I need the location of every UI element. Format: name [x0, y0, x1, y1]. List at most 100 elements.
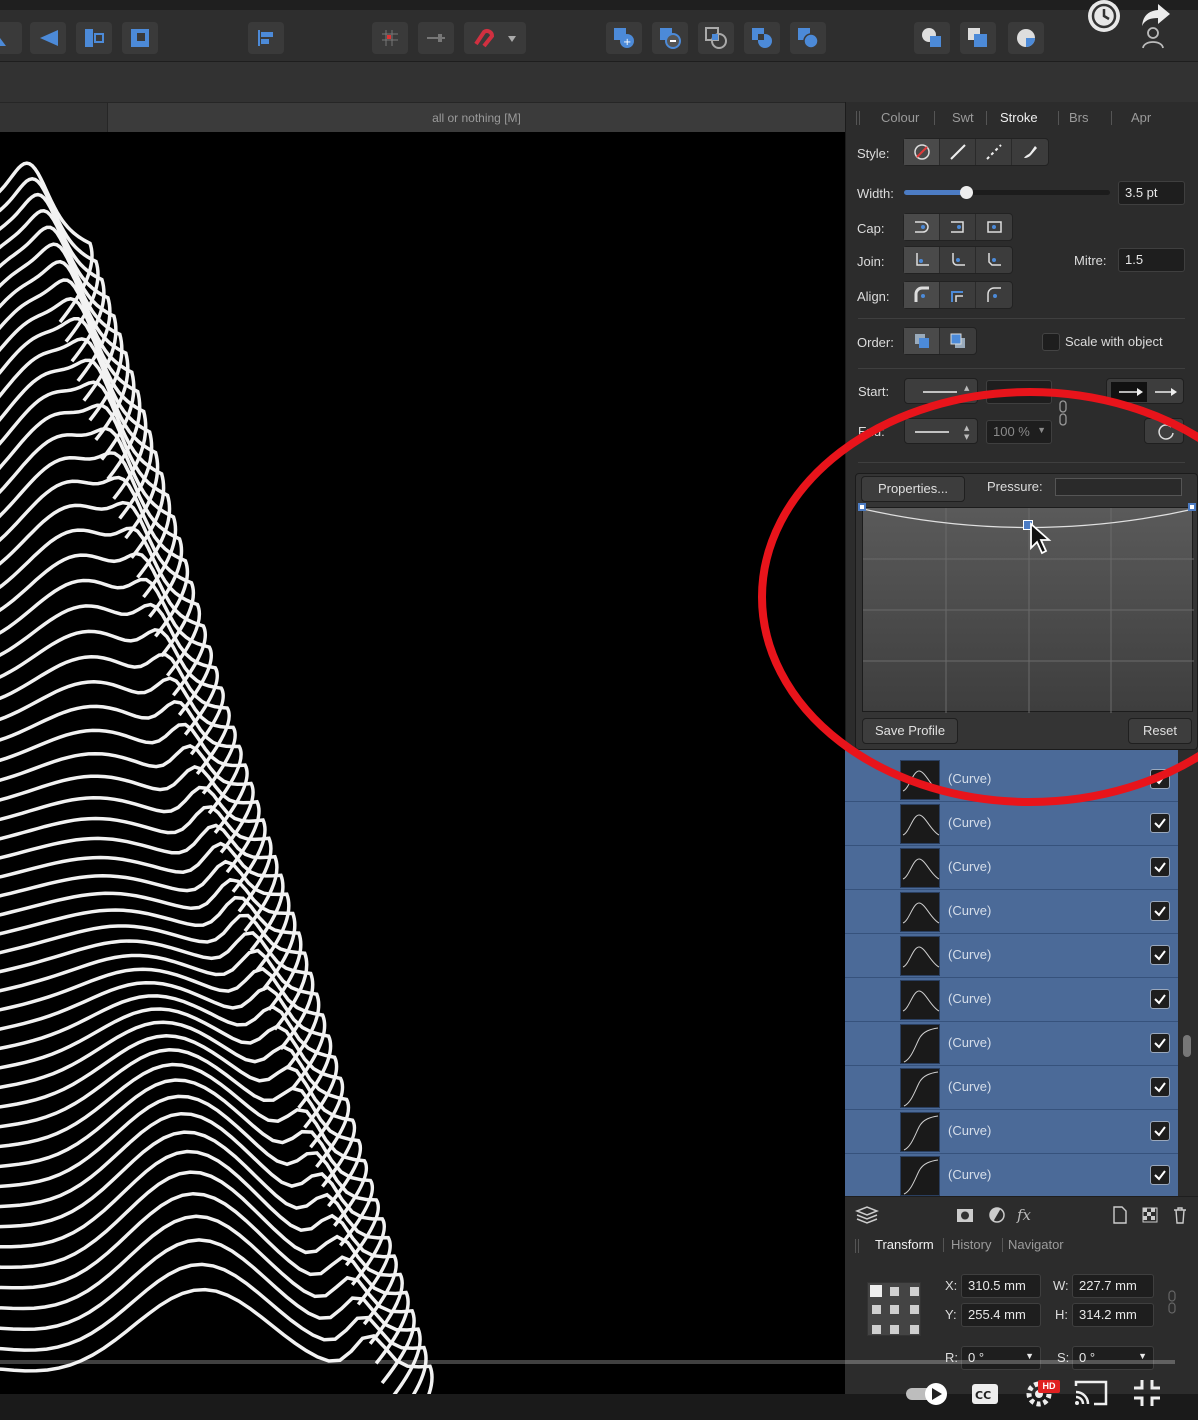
- arrowhead-position-toggle[interactable]: [1106, 378, 1184, 404]
- document-tab[interactable]: all or nothing [M]: [0, 102, 845, 133]
- account-icon[interactable]: [1140, 24, 1166, 55]
- trash-icon[interactable]: [1171, 1205, 1189, 1225]
- document-tab-previous[interactable]: [0, 103, 108, 133]
- anchor-center[interactable]: [890, 1305, 899, 1314]
- video-progress-bar[interactable]: [0, 1360, 1175, 1364]
- y-field[interactable]: 255.4 mm: [961, 1303, 1041, 1327]
- end-arrowhead-dropdown[interactable]: ▲ ▼: [904, 418, 978, 444]
- anchor-bottom-center[interactable]: [890, 1325, 899, 1334]
- anchor-bottom-right[interactable]: [910, 1325, 919, 1334]
- align-button[interactable]: [248, 22, 284, 54]
- layer-visibility-checkbox[interactable]: [1150, 1033, 1170, 1053]
- width-slider-thumb[interactable]: [959, 186, 973, 199]
- align-center-button[interactable]: [904, 282, 940, 308]
- curve-end-node[interactable]: [1188, 503, 1196, 511]
- tab-navigator[interactable]: Navigator: [1008, 1237, 1064, 1252]
- tab-swatches[interactable]: Swt: [952, 110, 974, 125]
- link-chain-icon[interactable]: [1058, 400, 1068, 428]
- cap-square-button[interactable]: [976, 214, 1012, 240]
- tab-appearance[interactable]: Apr: [1131, 110, 1151, 125]
- start-arrowhead-dropdown[interactable]: ▲ ▼: [904, 378, 978, 404]
- boolean-divide-button[interactable]: [790, 22, 826, 54]
- exit-fullscreen-icon[interactable]: [1132, 1378, 1162, 1408]
- mask-icon[interactable]: [955, 1205, 975, 1225]
- order-behind-button[interactable]: [904, 328, 940, 354]
- insert-behind-button[interactable]: [914, 22, 950, 54]
- flip-horizontal-button[interactable]: [0, 22, 22, 54]
- scale-with-object-checkbox[interactable]: [1042, 333, 1060, 351]
- x-field[interactable]: 310.5 mm: [961, 1274, 1041, 1298]
- layer-row[interactable]: (Curve): [845, 1066, 1178, 1110]
- align-inside-button[interactable]: [940, 282, 976, 308]
- layer-visibility-checkbox[interactable]: [1150, 1077, 1170, 1097]
- boolean-xor-button[interactable]: [744, 22, 780, 54]
- anchor-top-left[interactable]: [870, 1285, 882, 1297]
- tab-colour[interactable]: Colour: [881, 110, 919, 125]
- insert-top-button[interactable]: [960, 22, 996, 54]
- captions-icon[interactable]: CC: [970, 1382, 1000, 1406]
- w-field[interactable]: 227.7 mm: [1072, 1274, 1154, 1298]
- anchor-middle-left[interactable]: [872, 1305, 881, 1314]
- flip-vertical-button[interactable]: [30, 22, 66, 54]
- mitre-field[interactable]: 1.5: [1118, 248, 1185, 272]
- insert-inside-button[interactable]: [1008, 22, 1044, 54]
- layer-visibility-checkbox[interactable]: [1150, 1165, 1170, 1185]
- snap-grid-button[interactable]: [372, 22, 408, 54]
- layer-row[interactable]: (Curve): [845, 978, 1178, 1022]
- layer-visibility-checkbox[interactable]: [1150, 1121, 1170, 1141]
- panel-grip[interactable]: [856, 111, 860, 125]
- shear-field[interactable]: 0 ° ▼: [1072, 1346, 1154, 1370]
- pressure-curve-graph[interactable]: [862, 507, 1194, 713]
- layer-visibility-checkbox[interactable]: [1150, 945, 1170, 965]
- lock-aspect-chain-icon[interactable]: [1167, 1290, 1177, 1314]
- panel-grip[interactable]: [855, 1239, 859, 1253]
- join-miter-button[interactable]: [904, 247, 940, 273]
- anchor-point-selector[interactable]: [867, 1282, 921, 1336]
- join-bevel-button[interactable]: [976, 247, 1012, 273]
- style-solid-button[interactable]: [940, 139, 976, 165]
- snap-guides-button[interactable]: [418, 22, 454, 54]
- style-none-button[interactable]: [904, 139, 940, 165]
- layer-row[interactable]: (Curve): [845, 1022, 1178, 1066]
- cap-butt-button[interactable]: [904, 214, 940, 240]
- autoplay-toggle[interactable]: [904, 1380, 952, 1408]
- boolean-add-button[interactable]: +: [606, 22, 642, 54]
- order-front-button[interactable]: [940, 328, 976, 354]
- layer-row[interactable]: (Curve): [845, 1110, 1178, 1154]
- layer-row[interactable]: (Curve): [845, 890, 1178, 934]
- add-pixel-layer-icon[interactable]: [1111, 1205, 1129, 1225]
- join-round-button[interactable]: [940, 247, 976, 273]
- rotate-left-button[interactable]: [76, 22, 112, 54]
- add-group-icon[interactable]: [1141, 1205, 1159, 1225]
- cast-icon[interactable]: [1074, 1378, 1110, 1406]
- swap-arrowheads-button[interactable]: [1144, 418, 1184, 444]
- properties-button[interactable]: Properties...: [861, 476, 965, 502]
- rotate-right-button[interactable]: [122, 22, 158, 54]
- save-profile-button[interactable]: Save Profile: [862, 718, 958, 744]
- tab-brushes[interactable]: Brs: [1069, 110, 1089, 125]
- curve-start-node[interactable]: [858, 503, 866, 511]
- effects-fx-icon[interactable]: fx: [1015, 1205, 1039, 1225]
- anchor-top-right[interactable]: [910, 1287, 919, 1296]
- adjustment-icon[interactable]: [987, 1205, 1007, 1225]
- layer-visibility-checkbox[interactable]: [1150, 769, 1170, 789]
- layer-visibility-checkbox[interactable]: [1150, 813, 1170, 833]
- anchor-middle-right[interactable]: [910, 1305, 919, 1314]
- end-scale-field[interactable]: 100 % ▼: [986, 420, 1052, 444]
- anchor-top-center[interactable]: [890, 1287, 899, 1296]
- layer-visibility-checkbox[interactable]: [1150, 989, 1170, 1009]
- layer-row[interactable]: (Curve): [845, 758, 1178, 802]
- width-field[interactable]: 3.5 pt: [1118, 181, 1185, 205]
- reset-button[interactable]: Reset: [1128, 718, 1192, 744]
- layers-scrollbar[interactable]: [1183, 1035, 1191, 1057]
- layers-stack-icon[interactable]: [855, 1205, 879, 1225]
- boolean-subtract-button[interactable]: [652, 22, 688, 54]
- layer-row[interactable]: (Curve): [845, 846, 1178, 890]
- layer-row[interactable]: (Curve): [845, 1154, 1178, 1196]
- h-field[interactable]: 314.2 mm: [1072, 1303, 1154, 1327]
- watch-later-icon[interactable]: [1088, 0, 1120, 32]
- cap-round-button[interactable]: [940, 214, 976, 240]
- rotation-field[interactable]: 0 ° ▼: [961, 1346, 1041, 1370]
- layer-row[interactable]: (Curve): [845, 934, 1178, 978]
- tab-stroke[interactable]: Stroke: [1000, 110, 1038, 125]
